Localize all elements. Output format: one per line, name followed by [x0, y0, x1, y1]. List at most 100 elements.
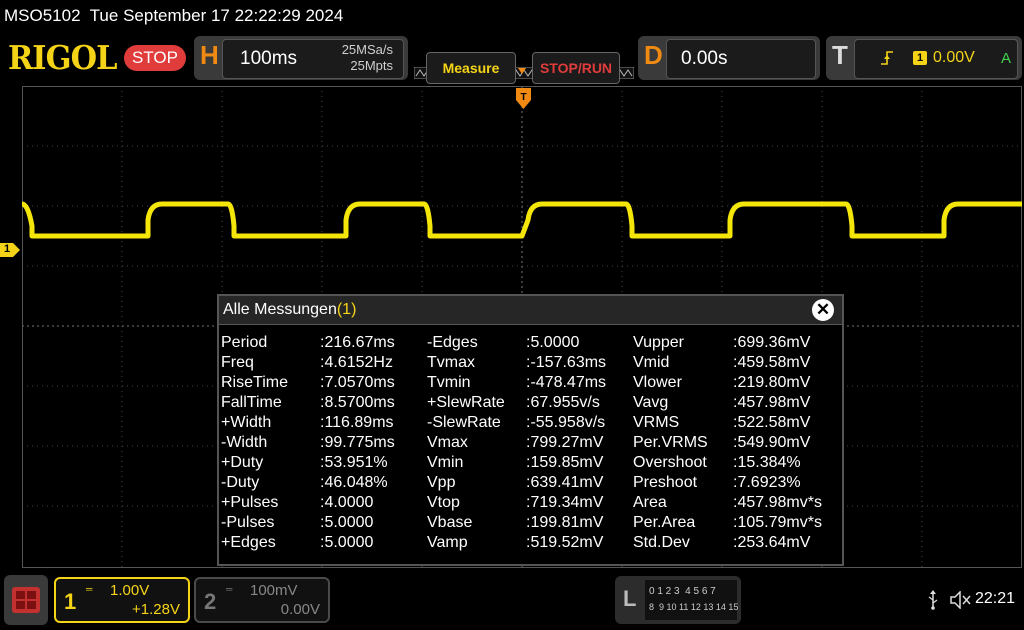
- delay-letter: D: [644, 40, 663, 70]
- horizontal-settings[interactable]: H 100ms 25MSa/s 25Mpts: [194, 36, 408, 80]
- measurement-value: :216.67ms: [320, 334, 395, 351]
- measurement-value: :457.98mV: [733, 394, 811, 411]
- measurement-value: :15.384%: [733, 454, 801, 471]
- measurement-value: :-157.63ms: [526, 354, 607, 371]
- measurement-name: Period: [221, 334, 268, 351]
- measurement-name: Vbase: [427, 514, 473, 531]
- measurement-name: -SlewRate: [427, 414, 501, 431]
- main-menu-button[interactable]: [4, 575, 48, 625]
- measurement-value: :53.951%: [320, 454, 388, 471]
- measurement-name: Vmid: [633, 354, 670, 371]
- measurement-value: :639.41mV: [526, 474, 604, 491]
- measurement-value: :799.27mV: [526, 434, 604, 451]
- delay-display: 0.00s: [666, 39, 816, 79]
- measurement-name: Vamp: [427, 534, 468, 551]
- measurement-name: -Width: [221, 434, 268, 451]
- horizontal-letter: H: [200, 40, 219, 70]
- trigger-position-marker[interactable]: T: [516, 88, 531, 110]
- sample-rate: 25MSa/s: [341, 42, 393, 57]
- delay-value: 0.00s: [681, 48, 728, 69]
- ch1-marker-label: 1: [4, 243, 11, 255]
- measurement-value: :159.85mV: [526, 454, 604, 471]
- ch1-offset-marker[interactable]: 1: [0, 243, 20, 257]
- measurement-value: :-478.47ms: [526, 374, 607, 391]
- measurement-name: +Width: [221, 414, 272, 431]
- measurement-name: Vmin: [427, 454, 464, 471]
- measurement-name: Vmax: [427, 434, 468, 451]
- measurement-name: RiseTime: [221, 374, 288, 391]
- grid-menu-icon: [12, 587, 40, 613]
- trigger-settings[interactable]: T 1 0.00V A: [826, 36, 1022, 80]
- panel-title-text: Alle Messungen: [223, 301, 337, 318]
- stop-run-button[interactable]: STOP/RUN: [532, 52, 620, 84]
- measurement-name: Per.VRMS: [633, 434, 708, 451]
- measurement-value: :46.048%: [320, 474, 388, 491]
- ch1-offset: +1.28V: [132, 601, 180, 618]
- measurement-name: Vtop: [427, 494, 460, 511]
- title-bar: MSO5102 Tue September 17 22:22:29 2024: [0, 0, 1024, 30]
- measurement-value: :105.79mv*s: [733, 514, 822, 531]
- measurement-name: Per.Area: [633, 514, 696, 531]
- measurement-value: :116.89ms: [320, 414, 394, 431]
- measurement-value: :719.34mV: [526, 494, 604, 511]
- measurement-value: :8.5700ms: [320, 394, 395, 411]
- trigger-display: 1 0.00V A: [854, 39, 1018, 79]
- measurement-name: +Duty: [221, 454, 264, 471]
- measurement-name: -Edges: [427, 334, 478, 351]
- measurement-value: :5.0000: [320, 534, 374, 551]
- trigger-level: 0.00V: [933, 49, 975, 66]
- measurement-value: :699.36mV: [733, 334, 811, 351]
- measurement-name: Tvmax: [427, 354, 475, 371]
- measurement-value: :7.0570ms: [320, 374, 395, 391]
- ch2-scale: 100mV: [250, 582, 298, 599]
- measurement-value: :99.775ms: [320, 434, 395, 451]
- panel-header: Alle Messungen(1) ✕: [219, 296, 842, 325]
- delay-settings[interactable]: D 0.00s: [638, 36, 820, 80]
- measurement-name: +Edges: [221, 534, 276, 551]
- measure-button[interactable]: Measure: [426, 52, 516, 84]
- measurement-value: :5.0000: [526, 334, 580, 351]
- ch2-number: 2: [204, 589, 217, 614]
- la-channel-display: 0 1 2 3 4 5 6 7 8 9 10 11 12 13 14 15: [645, 580, 739, 620]
- measurement-name: Vpp: [427, 474, 456, 491]
- ch2-settings[interactable]: 2 ═ 100mV 0.00V: [194, 577, 330, 623]
- panel-channel: (1): [336, 301, 357, 318]
- la-channels-high: 8 9 10 11 12 13 14 15: [649, 602, 739, 612]
- measurement-value: :199.81mV: [526, 514, 604, 531]
- measurement-name: Vupper: [633, 334, 684, 351]
- measurement-value: :4.6152Hz: [320, 354, 393, 371]
- title-text: MSO5102 Tue September 17 22:22:29 2024: [4, 6, 344, 25]
- close-icon[interactable]: ✕: [812, 299, 834, 321]
- panel-title: Alle Messungen(1): [223, 301, 356, 319]
- measurement-value: :253.64mV: [733, 534, 811, 551]
- svg-text:T: T: [520, 92, 526, 103]
- measurement-name: Tvmin: [427, 374, 471, 391]
- ch1-settings[interactable]: 1 ═ 1.00V +1.28V: [54, 577, 190, 623]
- memory-depth: 25Mpts: [350, 58, 393, 73]
- clock-time: 22:21: [975, 590, 1016, 607]
- measurement-name: VRMS: [633, 414, 680, 431]
- rising-edge-icon: [881, 51, 893, 65]
- trigger-source-badge: 1: [913, 51, 927, 65]
- measurement-value: :457.98mv*s: [733, 494, 822, 511]
- ch1-number: 1: [64, 589, 77, 614]
- measurement-value: :4.0000: [320, 494, 374, 511]
- usb-icon: [928, 590, 938, 610]
- measurement-name: Preshoot: [633, 474, 698, 491]
- measurement-name: Vlower: [633, 374, 682, 391]
- measurement-value: :-55.958v/s: [526, 414, 606, 431]
- measurement-name: Overshoot: [633, 454, 707, 471]
- measurement-name: -Pulses: [221, 514, 275, 531]
- bottom-bar: 1 ═ 1.00V +1.28V 2 ═ 100mV 0.00V L 0 1 2…: [0, 572, 1024, 630]
- ch1-scale: 1.00V: [110, 582, 150, 599]
- dc-coupling-icon: ═: [226, 584, 233, 594]
- measurement-name: -Duty: [221, 474, 260, 491]
- logic-analyzer-settings[interactable]: L 0 1 2 3 4 5 6 7 8 9 10 11 12 13 14 15: [615, 576, 741, 624]
- speaker-muted-icon[interactable]: [950, 591, 972, 609]
- measurement-value: :7.6923%: [733, 474, 801, 491]
- dc-coupling-icon: ═: [86, 584, 93, 594]
- measurement-name: Freq: [221, 354, 254, 371]
- run-state-badge[interactable]: STOP: [124, 45, 186, 71]
- measurement-name: Area: [633, 494, 667, 511]
- horizontal-display: 100ms 25MSa/s 25Mpts: [222, 39, 404, 79]
